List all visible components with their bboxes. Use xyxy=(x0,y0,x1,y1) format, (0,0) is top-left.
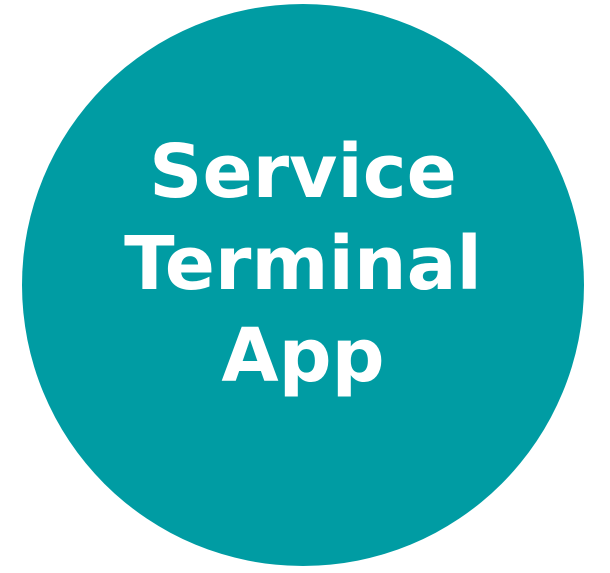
logo-title: Service Terminal App xyxy=(22,126,584,402)
logo-title-line-3: App xyxy=(221,313,385,399)
logo-title-line-2: Terminal xyxy=(124,221,482,307)
logo-title-line-1: Service xyxy=(149,129,457,215)
app-logo-canvas: Service Terminal App xyxy=(0,0,610,573)
